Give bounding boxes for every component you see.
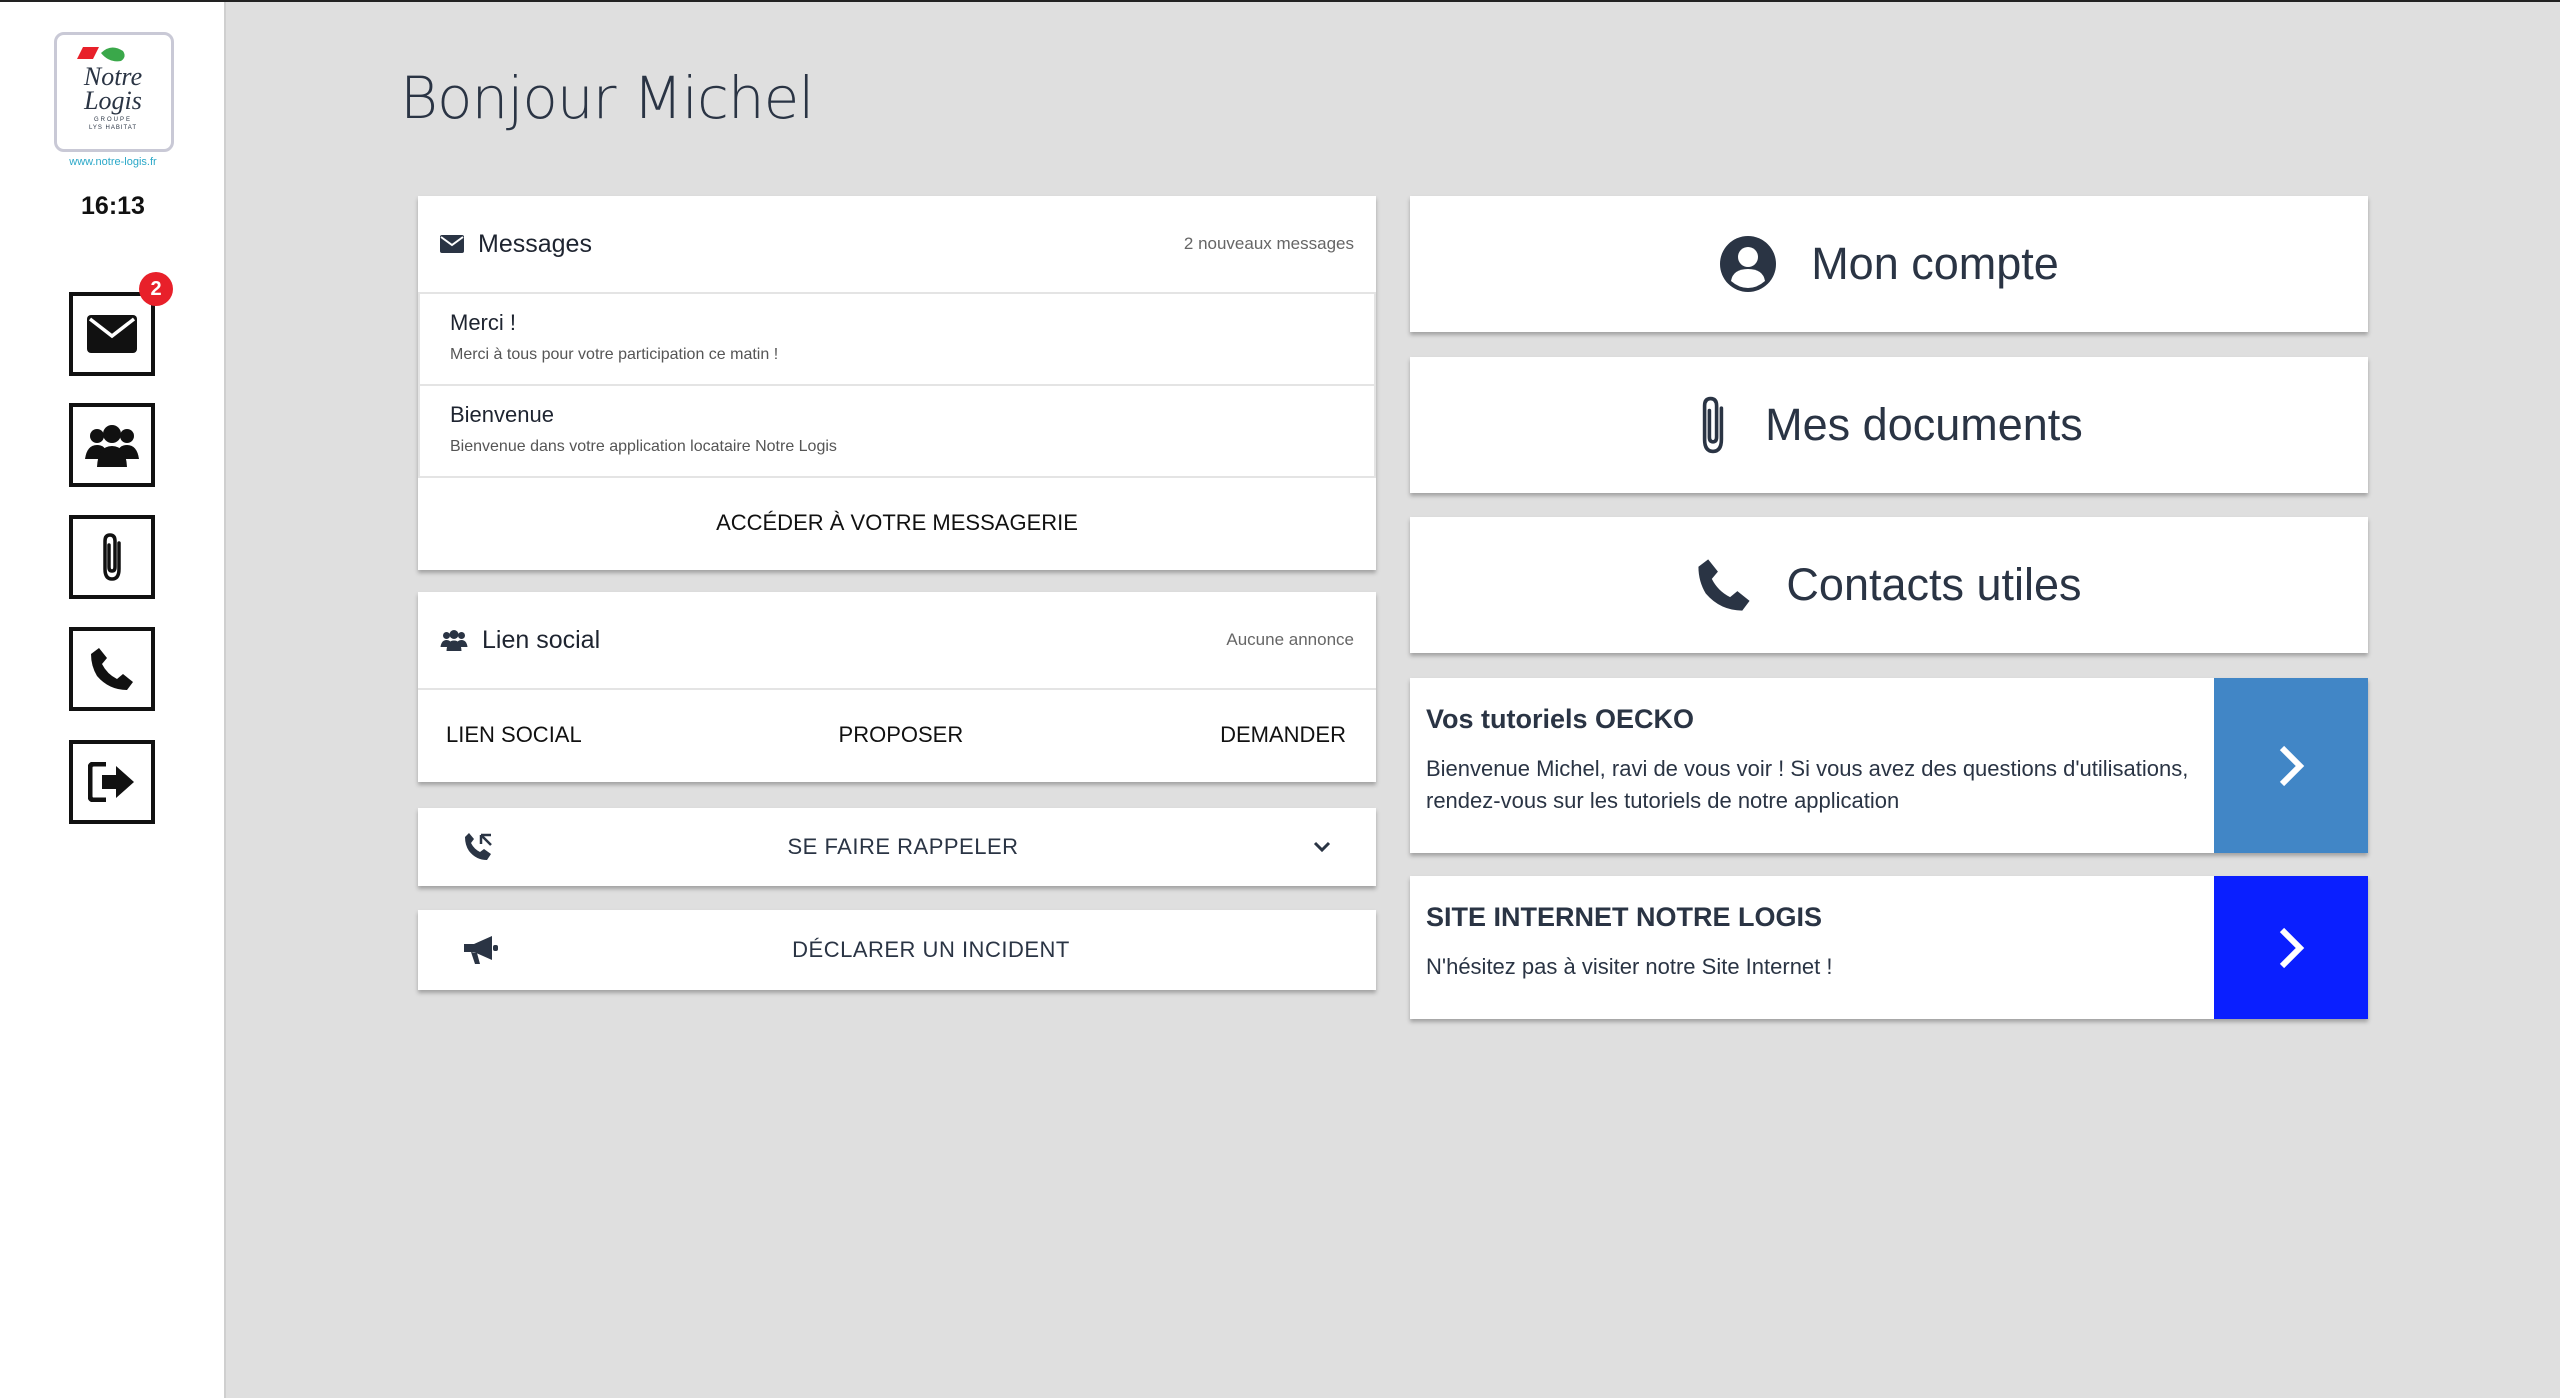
chevron-right-icon bbox=[2279, 927, 2305, 968]
nav-logout-button[interactable] bbox=[69, 740, 155, 824]
envelope-icon bbox=[440, 235, 464, 253]
social-meta: Aucune annonce bbox=[1226, 630, 1354, 649]
proposer-button[interactable]: PROPOSER bbox=[839, 722, 964, 748]
lien-social-button[interactable]: LIEN SOCIAL bbox=[446, 722, 582, 748]
envelope-icon bbox=[87, 315, 137, 353]
nav-documents-button[interactable] bbox=[69, 515, 155, 599]
messages-title: Messages bbox=[478, 229, 592, 258]
paperclip-icon bbox=[1702, 396, 1724, 454]
website-card: SITE INTERNET NOTRE LOGIS N'hésitez pas … bbox=[1410, 876, 2368, 1019]
logo-graphic: Notre Logis GROUPE LYS HABITAT bbox=[77, 47, 142, 131]
users-icon bbox=[85, 425, 139, 467]
unread-badge: 2 bbox=[139, 272, 173, 306]
message-preview: Merci à tous pour votre participation ce… bbox=[450, 346, 779, 363]
messages-header: Messages 2 nouveaux messages bbox=[418, 196, 1376, 294]
callback-label: SE FAIRE RAPPELER bbox=[787, 834, 1019, 859]
tutorials-card: Vos tutoriels OECKO Bienvenue Michel, ra… bbox=[1410, 678, 2368, 853]
incident-label: DÉCLARER UN INCIDENT bbox=[792, 937, 1070, 962]
report-incident-button[interactable]: DÉCLARER UN INCIDENT bbox=[418, 910, 1376, 990]
logo-text-sub: LYS HABITAT bbox=[89, 125, 137, 131]
useful-contacts-label: Contacts utiles bbox=[1786, 559, 2082, 610]
phone-callback-icon bbox=[465, 833, 492, 860]
my-documents-label: Mes documents bbox=[1765, 399, 2083, 450]
chevron-right-icon bbox=[2279, 745, 2305, 786]
sign-out-icon bbox=[88, 762, 134, 802]
chevron-down-icon bbox=[1313, 841, 1331, 853]
nav-social-button[interactable] bbox=[69, 403, 155, 487]
nav-messages-button[interactable]: 2 bbox=[69, 272, 173, 376]
logo-text-group: GROUPE bbox=[94, 117, 132, 123]
demander-button[interactable]: DEMANDER bbox=[1220, 722, 1346, 748]
notre-logis-logo[interactable]: Notre Logis GROUPE LYS HABITAT bbox=[54, 32, 174, 152]
user-circle-icon bbox=[1720, 236, 1777, 292]
messages-count: 2 nouveaux messages bbox=[1183, 234, 1354, 253]
social-actions: LIEN SOCIAL PROPOSER DEMANDER bbox=[418, 690, 1376, 780]
nav-contacts-button[interactable] bbox=[69, 627, 155, 711]
website-url[interactable]: www.notre-logis.fr bbox=[40, 156, 186, 168]
phone-icon bbox=[1698, 559, 1750, 611]
website-text: SITE INTERNET NOTRE LOGIS N'hésitez pas … bbox=[1410, 876, 2214, 1019]
tutorials-description: Bienvenue Michel, ravi de vous voir ! Si… bbox=[1426, 756, 2189, 813]
message-subject: Merci ! bbox=[450, 310, 516, 335]
my-documents-tile[interactable]: Mes documents bbox=[1410, 357, 2368, 493]
clock: 16:13 bbox=[81, 192, 145, 220]
message-item[interactable]: Merci ! Merci à tous pour votre particip… bbox=[418, 294, 1376, 386]
sidebar: Notre Logis GROUPE LYS HABITAT www.notre… bbox=[0, 2, 226, 1398]
logo-text-logis: Logis bbox=[83, 86, 142, 115]
website-open-button[interactable] bbox=[2214, 876, 2368, 1019]
users-icon bbox=[440, 630, 468, 651]
tutorials-text: Vos tutoriels OECKO Bienvenue Michel, ra… bbox=[1410, 678, 2214, 853]
phone-icon bbox=[91, 648, 133, 690]
my-account-label: Mon compte bbox=[1811, 238, 2059, 289]
my-account-tile[interactable]: Mon compte bbox=[1410, 196, 2368, 332]
social-card: Lien social Aucune annonce LIEN SOCIAL P… bbox=[418, 592, 1376, 782]
paperclip-icon bbox=[103, 533, 121, 581]
message-preview: Bienvenue dans votre application locatai… bbox=[450, 438, 837, 455]
tutorials-open-button[interactable] bbox=[2214, 678, 2368, 853]
useful-contacts-tile[interactable]: Contacts utiles bbox=[1410, 517, 2368, 653]
megaphone-icon bbox=[464, 936, 498, 964]
website-description: N'hésitez pas à visiter notre Site Inter… bbox=[1426, 954, 1833, 979]
tutorials-title: Vos tutoriels OECKO bbox=[1426, 704, 1695, 734]
messages-card: Messages 2 nouveaux messages Merci ! Mer… bbox=[418, 196, 1376, 570]
social-title: Lien social bbox=[482, 625, 601, 654]
message-item[interactable]: Bienvenue Bienvenue dans votre applicati… bbox=[418, 386, 1376, 478]
callback-dropdown[interactable]: SE FAIRE RAPPELER bbox=[418, 808, 1376, 886]
website-title: SITE INTERNET NOTRE LOGIS bbox=[1426, 902, 1823, 932]
open-messaging-button[interactable]: ACCÉDER À VOTRE MESSAGERIE bbox=[418, 478, 1376, 568]
message-subject: Bienvenue bbox=[450, 402, 554, 427]
social-header: Lien social Aucune annonce bbox=[418, 592, 1376, 690]
page-title: Bonjour Michel bbox=[400, 64, 814, 132]
